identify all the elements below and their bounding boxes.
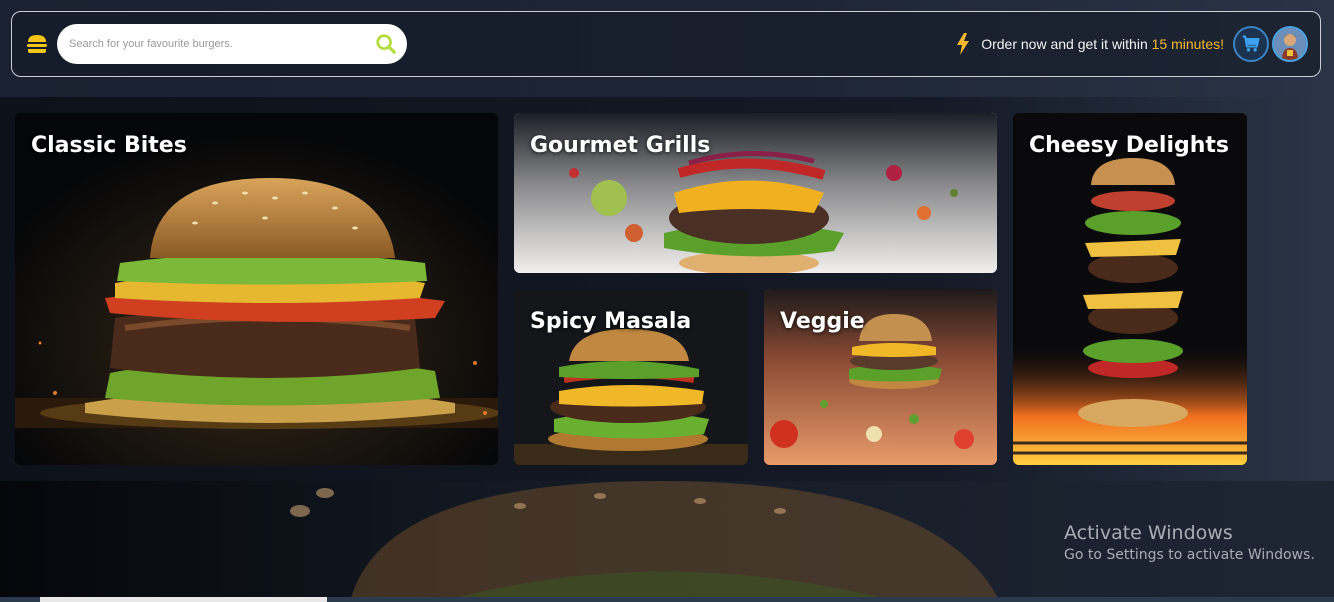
category-title: Veggie bbox=[780, 309, 865, 334]
delivery-promo-text: Order now and get it within 15 minutes! bbox=[981, 36, 1224, 52]
category-card-classic-bites[interactable]: Classic Bites bbox=[15, 113, 498, 465]
search-input[interactable] bbox=[69, 24, 364, 64]
category-card-veggie[interactable]: Veggie bbox=[764, 289, 997, 465]
burger-logo-icon[interactable] bbox=[25, 32, 49, 56]
delivery-promo: Order now and get it within 15 minutes! bbox=[955, 33, 1224, 55]
category-title: Gourmet Grills bbox=[530, 133, 711, 158]
search-bar bbox=[57, 24, 407, 64]
top-navbar: Order now and get it within 15 minutes! bbox=[11, 11, 1321, 77]
category-card-gourmet-grills[interactable]: Gourmet Grills bbox=[514, 113, 997, 273]
windows-activation-subtitle: Go to Settings to activate Windows. bbox=[1064, 547, 1315, 563]
delivery-time-highlight: 15 minutes! bbox=[1151, 36, 1224, 52]
lightning-icon bbox=[957, 33, 970, 55]
category-title: Classic Bites bbox=[31, 133, 187, 158]
category-card-spicy-masala[interactable]: Spicy Masala bbox=[514, 289, 748, 465]
windows-activation-title: Activate Windows bbox=[1064, 522, 1233, 544]
category-card-cheesy-delights[interactable]: Cheesy Delights bbox=[1013, 113, 1247, 465]
category-title: Spicy Masala bbox=[530, 309, 692, 334]
cart-button[interactable] bbox=[1233, 26, 1269, 62]
cart-icon bbox=[1242, 35, 1260, 52]
taskbar-active-item[interactable] bbox=[40, 597, 327, 602]
cheesy-burger-image bbox=[1013, 113, 1247, 465]
classic-burger-image bbox=[15, 113, 498, 465]
search-icon[interactable] bbox=[375, 33, 397, 55]
category-title: Cheesy Delights bbox=[1029, 133, 1230, 158]
avatar-icon bbox=[1274, 28, 1306, 60]
category-section: Classic Bites Gourmet Grills Spicy Masal… bbox=[0, 97, 1334, 481]
user-avatar[interactable] bbox=[1272, 26, 1308, 62]
